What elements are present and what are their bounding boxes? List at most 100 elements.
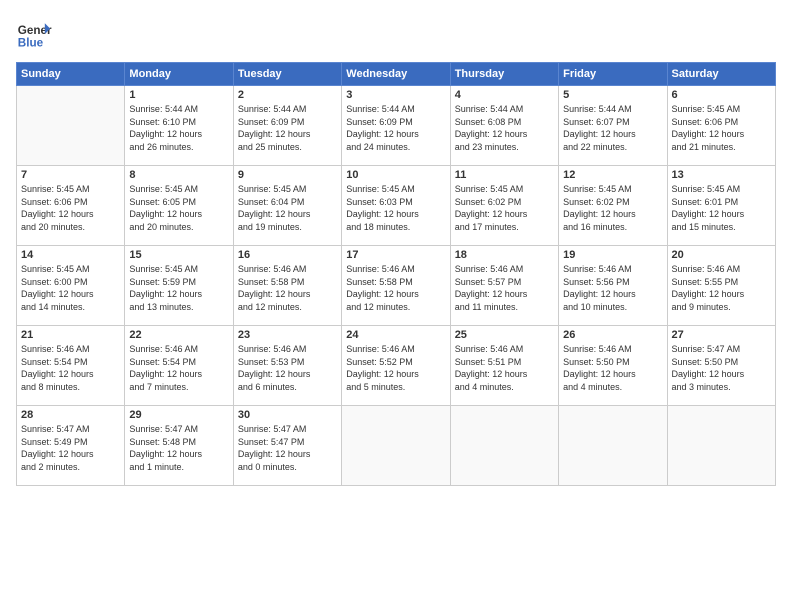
day-info: Sunrise: 5:46 AM Sunset: 5:54 PM Dayligh… [129, 343, 228, 393]
day-info: Sunrise: 5:44 AM Sunset: 6:10 PM Dayligh… [129, 103, 228, 153]
day-number: 13 [672, 169, 771, 181]
calendar-cell: 11 Sunrise: 5:45 AM Sunset: 6:02 PM Dayli… [450, 166, 558, 246]
calendar-cell [450, 406, 558, 486]
day-info: Sunrise: 5:45 AM Sunset: 6:02 PM Dayligh… [563, 183, 662, 233]
day-info: Sunrise: 5:45 AM Sunset: 6:02 PM Dayligh… [455, 183, 554, 233]
calendar-cell: 20 Sunrise: 5:46 AM Sunset: 5:55 PM Dayli… [667, 246, 775, 326]
weekday-header-tuesday: Tuesday [233, 63, 341, 86]
day-number: 16 [238, 249, 337, 261]
calendar-cell: 2Sunrise: 5:44 AM Sunset: 6:09 PM Daylig… [233, 86, 341, 166]
header: General Blue [16, 16, 776, 52]
calendar-cell: 10 Sunrise: 5:45 AM Sunset: 6:03 PM Dayli… [342, 166, 450, 246]
calendar-week-1: 1 Sunrise: 5:44 AM Sunset: 6:10 PM Daylig… [17, 86, 776, 166]
weekday-header-saturday: Saturday [667, 63, 775, 86]
day-number: 21 [21, 329, 120, 341]
day-number: 3 [346, 89, 445, 101]
calendar-cell: 17 Sunrise: 5:46 AM Sunset: 5:58 PM Dayli… [342, 246, 450, 326]
calendar-cell: 25 Sunrise: 5:46 AM Sunset: 5:51 PM Dayli… [450, 326, 558, 406]
day-number: 11 [455, 169, 554, 181]
calendar-cell: 12 Sunrise: 5:45 AM Sunset: 6:02 PM Dayli… [559, 166, 667, 246]
day-info: Sunrise: 5:44 AM Sunset: 6:09 PM Dayligh… [346, 103, 445, 153]
day-number: 15 [129, 249, 228, 261]
calendar-cell: 21Sunrise: 5:46 AM Sunset: 5:54 PM Dayli… [17, 326, 125, 406]
calendar-cell: 18 Sunrise: 5:46 AM Sunset: 5:57 PM Dayli… [450, 246, 558, 326]
day-number: 20 [672, 249, 771, 261]
day-info: Sunrise: 5:45 AM Sunset: 6:06 PM Dayligh… [672, 103, 771, 153]
day-info: Sunrise: 5:47 AM Sunset: 5:50 PM Dayligh… [672, 343, 771, 393]
calendar-table: SundayMondayTuesdayWednesdayThursdayFrid… [16, 62, 776, 486]
calendar-cell: 16 Sunrise: 5:46 AM Sunset: 5:58 PM Dayli… [233, 246, 341, 326]
logo: General Blue [16, 16, 52, 52]
calendar-cell [667, 406, 775, 486]
day-number: 8 [129, 169, 228, 181]
day-info: Sunrise: 5:45 AM Sunset: 6:01 PM Dayligh… [672, 183, 771, 233]
calendar-week-3: 14 Sunrise: 5:45 AM Sunset: 6:00 PM Dayli… [17, 246, 776, 326]
weekday-header-monday: Monday [125, 63, 233, 86]
calendar-cell: 7 Sunrise: 5:45 AM Sunset: 6:06 PM Daylig… [17, 166, 125, 246]
day-number: 1 [129, 89, 228, 101]
calendar-cell: 30 Sunrise: 5:47 AM Sunset: 5:47 PM Dayli… [233, 406, 341, 486]
day-info: Sunrise: 5:45 AM Sunset: 6:00 PM Dayligh… [21, 263, 120, 313]
day-info: Sunrise: 5:44 AM Sunset: 6:09 PM Dayligh… [238, 103, 337, 153]
calendar-cell [17, 86, 125, 166]
calendar-cell: 1 Sunrise: 5:44 AM Sunset: 6:10 PM Daylig… [125, 86, 233, 166]
calendar-cell: 4 Sunrise: 5:44 AM Sunset: 6:08 PM Daylig… [450, 86, 558, 166]
day-number: 7 [21, 169, 120, 181]
svg-text:Blue: Blue [18, 37, 44, 50]
day-number: 4 [455, 89, 554, 101]
day-number: 19 [563, 249, 662, 261]
day-info: Sunrise: 5:44 AM Sunset: 6:07 PM Dayligh… [563, 103, 662, 153]
day-info: Sunrise: 5:45 AM Sunset: 6:04 PM Dayligh… [238, 183, 337, 233]
calendar-cell: 27Sunrise: 5:47 AM Sunset: 5:50 PM Dayli… [667, 326, 775, 406]
weekday-header-friday: Friday [559, 63, 667, 86]
day-info: Sunrise: 5:45 AM Sunset: 6:03 PM Dayligh… [346, 183, 445, 233]
day-number: 14 [21, 249, 120, 261]
calendar-cell: 28Sunrise: 5:47 AM Sunset: 5:49 PM Dayli… [17, 406, 125, 486]
day-info: Sunrise: 5:46 AM Sunset: 5:58 PM Dayligh… [238, 263, 337, 313]
calendar-cell: 23Sunrise: 5:46 AM Sunset: 5:53 PM Dayli… [233, 326, 341, 406]
day-info: Sunrise: 5:45 AM Sunset: 5:59 PM Dayligh… [129, 263, 228, 313]
calendar-week-4: 21 Sunrise: 5:46 AM Sunset: 5:54 PM Dayli… [17, 326, 776, 406]
day-info: Sunrise: 5:47 AM Sunset: 5:47 PM Dayligh… [238, 423, 337, 473]
weekday-header-row: SundayMondayTuesdayWednesdayThursdayFrid… [17, 63, 776, 86]
day-number: 5 [563, 89, 662, 101]
calendar-cell: 8Sunrise: 5:45 AM Sunset: 6:05 PM Daylig… [125, 166, 233, 246]
day-info: Sunrise: 5:47 AM Sunset: 5:49 PM Dayligh… [21, 423, 120, 473]
weekday-header-thursday: Thursday [450, 63, 558, 86]
calendar-week-5: 28Sunrise: 5:47 AM Sunset: 5:49 PM Dayli… [17, 406, 776, 486]
calendar-cell: 26Sunrise: 5:46 AM Sunset: 5:50 PM Dayli… [559, 326, 667, 406]
day-number: 25 [455, 329, 554, 341]
day-info: Sunrise: 5:46 AM Sunset: 5:57 PM Dayligh… [455, 263, 554, 313]
weekday-header-sunday: Sunday [17, 63, 125, 86]
calendar-cell: 5 Sunrise: 5:44 AM Sunset: 6:07 PM Daylig… [559, 86, 667, 166]
calendar-cell: 24Sunrise: 5:46 AM Sunset: 5:52 PM Dayli… [342, 326, 450, 406]
day-number: 12 [563, 169, 662, 181]
weekday-header-wednesday: Wednesday [342, 63, 450, 86]
day-info: Sunrise: 5:45 AM Sunset: 6:06 PM Dayligh… [21, 183, 120, 233]
calendar-cell: 29Sunrise: 5:47 AM Sunset: 5:48 PM Dayli… [125, 406, 233, 486]
calendar-week-2: 7 Sunrise: 5:45 AM Sunset: 6:06 PM Daylig… [17, 166, 776, 246]
day-number: 18 [455, 249, 554, 261]
calendar-cell: 22Sunrise: 5:46 AM Sunset: 5:54 PM Dayli… [125, 326, 233, 406]
day-number: 17 [346, 249, 445, 261]
day-info: Sunrise: 5:46 AM Sunset: 5:58 PM Dayligh… [346, 263, 445, 313]
calendar-cell: 14 Sunrise: 5:45 AM Sunset: 6:00 PM Dayli… [17, 246, 125, 326]
logo-icon: General Blue [16, 16, 52, 52]
calendar-cell [342, 406, 450, 486]
day-info: Sunrise: 5:46 AM Sunset: 5:55 PM Dayligh… [672, 263, 771, 313]
day-number: 10 [346, 169, 445, 181]
calendar-cell: 9Sunrise: 5:45 AM Sunset: 6:04 PM Daylig… [233, 166, 341, 246]
day-info: Sunrise: 5:47 AM Sunset: 5:48 PM Dayligh… [129, 423, 228, 473]
calendar-cell: 15 Sunrise: 5:45 AM Sunset: 5:59 PM Dayli… [125, 246, 233, 326]
calendar-cell: 19Sunrise: 5:46 AM Sunset: 5:56 PM Dayli… [559, 246, 667, 326]
day-number: 30 [238, 409, 337, 421]
calendar-cell: 13 Sunrise: 5:45 AM Sunset: 6:01 PM Dayli… [667, 166, 775, 246]
day-number: 23 [238, 329, 337, 341]
calendar-cell: 3 Sunrise: 5:44 AM Sunset: 6:09 PM Daylig… [342, 86, 450, 166]
day-info: Sunrise: 5:44 AM Sunset: 6:08 PM Dayligh… [455, 103, 554, 153]
calendar-cell [559, 406, 667, 486]
day-info: Sunrise: 5:46 AM Sunset: 5:51 PM Dayligh… [455, 343, 554, 393]
day-number: 6 [672, 89, 771, 101]
calendar-cell: 6 Sunrise: 5:45 AM Sunset: 6:06 PM Daylig… [667, 86, 775, 166]
page: General Blue SundayMondayTuesdayWednesda… [0, 0, 792, 612]
